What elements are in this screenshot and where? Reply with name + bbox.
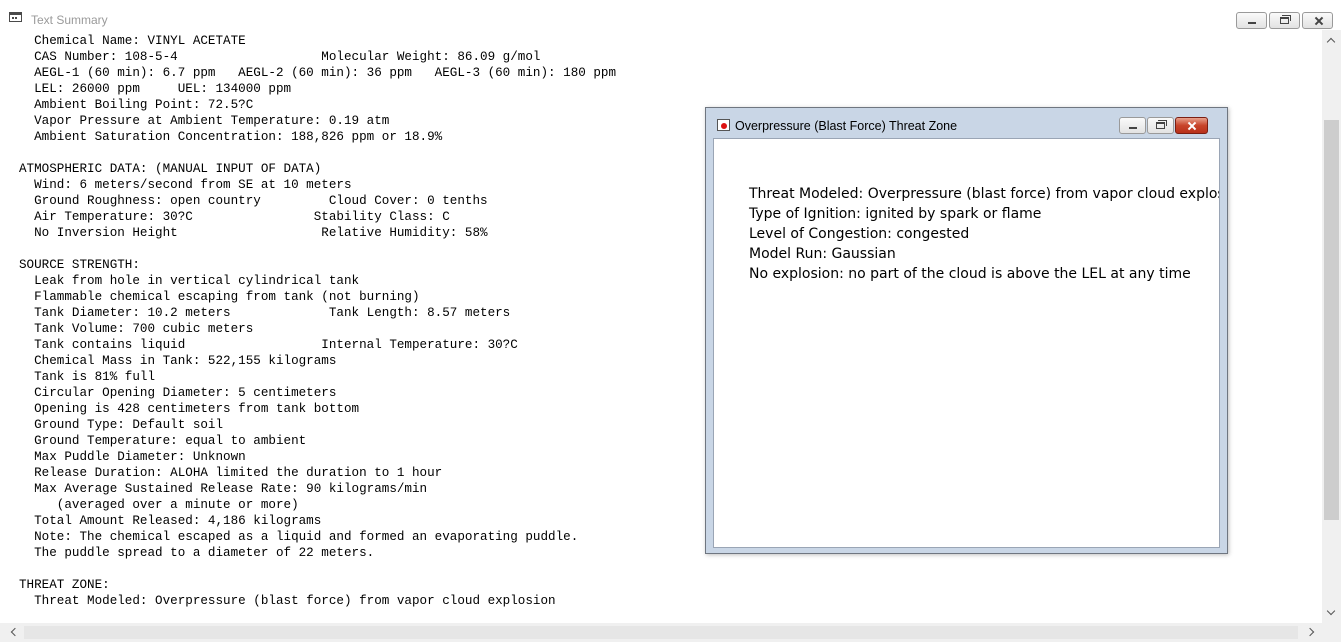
close-icon[interactable] (1175, 117, 1208, 134)
scroll-left-icon[interactable] (5, 623, 24, 642)
scroll-right-icon[interactable] (1302, 623, 1321, 642)
summary-line: AEGL-1 (60 min): 6.7 ppm AEGL-2 (60 min)… (19, 66, 617, 80)
threat-zone-window: Overpressure (Blast Force) Threat Zone T… (705, 107, 1228, 554)
scrollbar-corner (1322, 623, 1341, 642)
summary-line: THREAT ZONE: (19, 578, 110, 592)
horizontal-scrollbar[interactable] (0, 623, 1322, 642)
summary-line (19, 561, 1319, 577)
vertical-scrollbar[interactable] (1322, 30, 1341, 624)
threat-window-title: Overpressure (Blast Force) Threat Zone (735, 119, 958, 133)
threat-zone-content: Threat Modeled: Overpressure (blast forc… (713, 138, 1220, 548)
close-icon[interactable] (1302, 12, 1333, 29)
threat-zone-line: Level of Congestion: congested (749, 226, 970, 242)
threat-titlebar[interactable]: Overpressure (Blast Force) Threat Zone (706, 108, 1227, 138)
threat-caption-buttons (1119, 117, 1208, 134)
minimize-icon[interactable] (1119, 117, 1146, 134)
threat-zone-line: Type of Ignition: ignited by spark or fl… (749, 206, 1042, 222)
maximize-icon[interactable] (1269, 12, 1300, 29)
threat-zone-text: Threat Modeled: Overpressure (blast forc… (749, 184, 1220, 284)
text-document-icon[interactable] (9, 12, 22, 22)
main-caption-buttons (1236, 12, 1333, 29)
horizontal-scroll-thumb[interactable] (24, 626, 1298, 639)
main-titlebar[interactable]: Text Summary (0, 0, 1341, 31)
scroll-down-icon[interactable] (1322, 604, 1341, 623)
main-window-title: Text Summary (31, 13, 108, 27)
summary-line: Chemical Name: VINYL ACETATE (19, 34, 246, 48)
threat-zone-line: Model Run: Gaussian (749, 246, 896, 262)
threat-zone-line: No explosion: no part of the cloud is ab… (749, 266, 1191, 282)
summary-line: CAS Number: 108-5-4 Molecular Weight: 86… (19, 50, 541, 64)
threat-zone-icon[interactable] (717, 119, 730, 131)
vertical-scroll-thumb[interactable] (1324, 120, 1339, 520)
maximize-icon[interactable] (1147, 117, 1174, 134)
summary-line: Threat Modeled: Overpressure (blast forc… (19, 594, 556, 608)
summary-line: LEL: 26000 ppm UEL: 134000 ppm (19, 82, 292, 96)
minimize-icon[interactable] (1236, 12, 1267, 29)
threat-zone-line: Threat Modeled: Overpressure (blast forc… (749, 186, 1220, 202)
scroll-up-icon[interactable] (1322, 33, 1341, 52)
